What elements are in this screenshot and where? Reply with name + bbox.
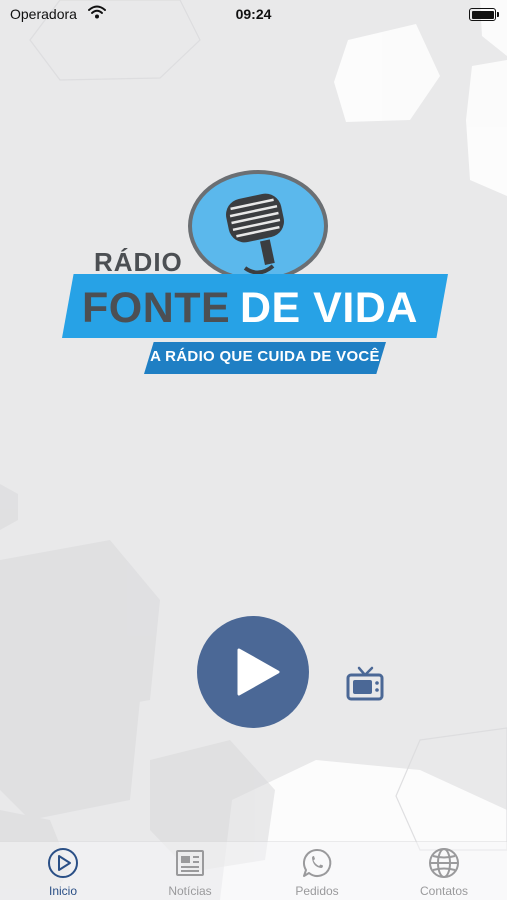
play-button[interactable] bbox=[197, 616, 309, 728]
tab-label: Inicio bbox=[48, 884, 77, 898]
logo-de-vida-text: DE VIDA bbox=[240, 284, 418, 332]
tab-label: Contatos bbox=[419, 884, 469, 898]
hexagon-background bbox=[0, 0, 507, 900]
tab-bar: Inicio Notícias Pedidos Contatos bbox=[0, 841, 507, 900]
globe-icon bbox=[429, 848, 459, 878]
battery-level bbox=[471, 10, 494, 19]
tab-pedidos[interactable]: Pedidos bbox=[254, 842, 380, 900]
tv-icon bbox=[346, 666, 384, 701]
play-circle-icon bbox=[48, 848, 78, 878]
tab-contatos[interactable]: Contatos bbox=[381, 842, 507, 900]
play-icon bbox=[237, 648, 280, 696]
tv-button[interactable] bbox=[346, 666, 384, 708]
tab-label: Pedidos bbox=[295, 884, 339, 898]
tab-label: Notícias bbox=[168, 884, 212, 898]
battery-icon bbox=[469, 8, 499, 21]
radio-logo: RÁDIO FONTE DE VIDA A RÁDIO QUE CUIDA DE… bbox=[62, 168, 448, 380]
microphone-icon bbox=[226, 193, 284, 275]
logo-fonte-text: FONTE bbox=[82, 284, 231, 332]
newspaper-icon bbox=[176, 850, 204, 876]
tab-inicio[interactable]: Inicio bbox=[0, 842, 126, 900]
logo-radio-text: RÁDIO bbox=[94, 247, 183, 277]
tab-noticias[interactable]: Notícias bbox=[127, 842, 253, 900]
whatsapp-icon bbox=[302, 848, 332, 877]
status-time: 09:24 bbox=[235, 6, 272, 22]
status-bar: Operadora 09:24 bbox=[0, 0, 507, 30]
logo-tagline: A RÁDIO QUE CUIDA DE VOCÊ bbox=[150, 348, 380, 365]
